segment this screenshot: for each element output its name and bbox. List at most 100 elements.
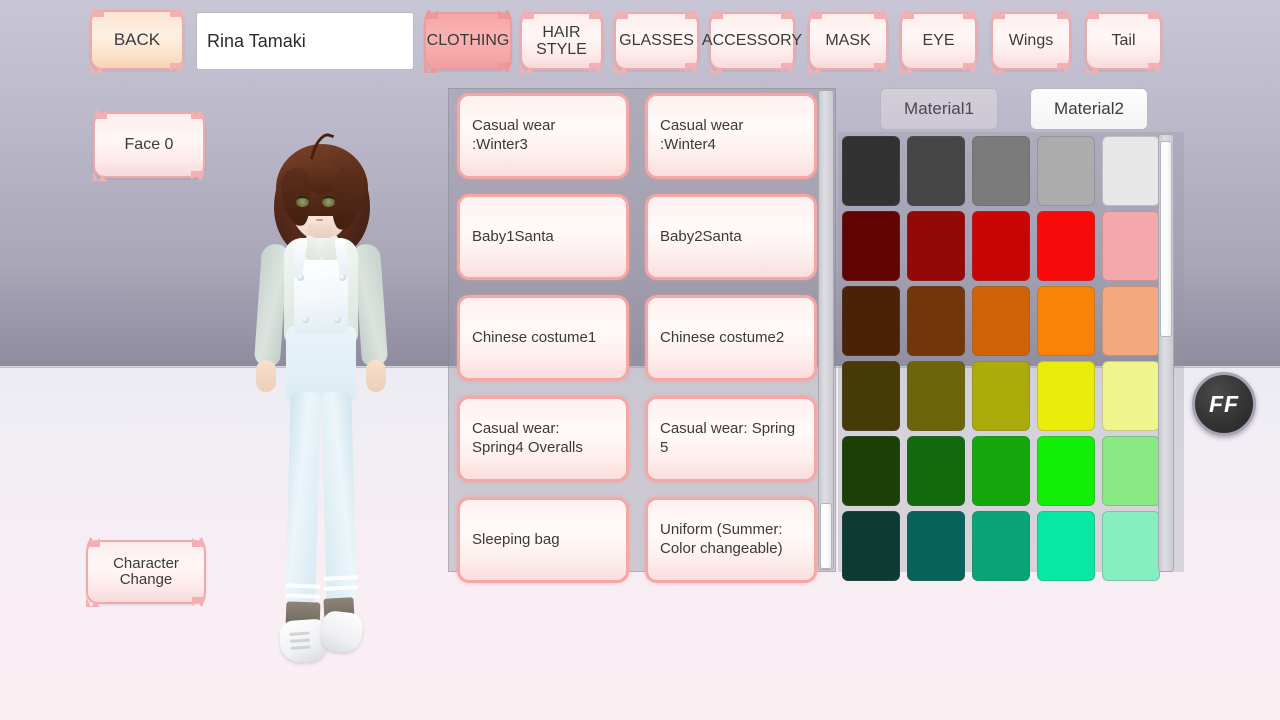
color-swatch[interactable] [1037, 361, 1095, 431]
top-toolbar: BACK CLOTHING HAIRSTYLE GLASSESACCESSORY MA… [0, 0, 1280, 82]
back-button-label: BACK [114, 31, 160, 49]
character-change-button[interactable]: CharacterChange [86, 540, 206, 604]
color-swatch[interactable] [1102, 211, 1160, 281]
clothing-item-label: Casual wear:Winter3 [472, 117, 555, 155]
clothing-list-item[interactable]: Chinese costume1 [457, 295, 629, 381]
overalls-button-right [339, 274, 346, 281]
clothing-list-item[interactable]: Sleeping bag [457, 497, 629, 583]
shoe-left [279, 618, 328, 663]
clothing-item-label: Chinese costume1 [472, 329, 596, 348]
clothing-item-label: Baby1Santa [472, 228, 554, 247]
clothing-list-item[interactable]: Casual wear:Spring4 Overalls [457, 396, 629, 482]
tab-eye[interactable]: EYE [900, 12, 977, 70]
face-button-label: Face 0 [125, 136, 174, 153]
tab-label: CLOTHING [427, 32, 510, 49]
overalls-button-lower-right [334, 316, 341, 323]
tab-mask[interactable]: MASK [808, 12, 888, 70]
clothing-list-item[interactable]: Baby1Santa [457, 194, 629, 280]
overalls-lower [286, 326, 356, 402]
tab-clothing[interactable]: CLOTHING [424, 12, 512, 70]
color-swatch[interactable] [972, 136, 1030, 206]
color-swatch[interactable] [907, 436, 965, 506]
character-avatar[interactable] [236, 120, 406, 680]
tab-label: MASK [825, 32, 870, 49]
color-swatch[interactable] [1037, 511, 1095, 581]
color-swatch[interactable] [842, 511, 900, 581]
tab-glasses[interactable]: GLASSES [614, 12, 699, 70]
color-swatch[interactable] [907, 361, 965, 431]
color-swatch[interactable] [907, 511, 965, 581]
color-swatch[interactable] [842, 136, 900, 206]
color-swatch[interactable] [1037, 136, 1095, 206]
arm-right [354, 243, 388, 367]
color-swatch[interactable] [907, 211, 965, 281]
color-palette-panel [838, 132, 1184, 572]
color-swatch[interactable] [842, 286, 900, 356]
face-button[interactable]: Face 0 [93, 112, 205, 178]
overalls-button-lower-left [302, 316, 309, 323]
clothing-item-label: Baby2Santa [660, 228, 742, 247]
back-button[interactable]: BACK [90, 10, 184, 70]
clothing-list-scroll-thumb[interactable] [820, 503, 832, 569]
clothing-list-scrollbar[interactable] [818, 90, 834, 570]
overalls-button-left [297, 274, 304, 281]
leg-right [321, 392, 357, 605]
clothing-item-label: Casual wear:Winter4 [660, 117, 743, 155]
color-swatch[interactable] [1102, 436, 1160, 506]
tab-hair-style[interactable]: HAIRSTYLE [520, 12, 603, 70]
color-swatch[interactable] [1037, 211, 1095, 281]
tab-accessory[interactable]: ACCESSORY [709, 12, 795, 70]
fast-forward-button[interactable]: FF [1192, 372, 1256, 436]
character-name-input[interactable] [196, 12, 414, 70]
clothing-list-item[interactable]: Baby2Santa [645, 194, 817, 280]
color-swatch[interactable] [907, 136, 965, 206]
color-swatch[interactable] [842, 211, 900, 281]
material1-tab[interactable]: Material1 [880, 88, 998, 130]
tab-tail[interactable]: Tail [1085, 12, 1162, 70]
color-swatch[interactable] [1102, 361, 1160, 431]
color-swatch[interactable] [1037, 436, 1095, 506]
color-swatch[interactable] [1102, 511, 1160, 581]
color-swatch[interactable] [972, 286, 1030, 356]
character-customization-screen: BACK CLOTHING HAIRSTYLE GLASSESACCESSORY MA… [0, 0, 1280, 720]
tab-wings[interactable]: Wings [991, 12, 1071, 70]
eye-left [296, 196, 309, 207]
color-swatch[interactable] [972, 361, 1030, 431]
clothing-list-item[interactable]: Casual wear:Winter3 [457, 93, 629, 179]
color-swatch[interactable] [972, 511, 1030, 581]
color-swatch-grid [842, 136, 1160, 581]
mouth [316, 219, 323, 221]
tab-label: ACCESSORY [702, 32, 802, 49]
clothing-list-item[interactable]: Casual wear:Winter4 [645, 93, 817, 179]
clothing-list-grid: Casual wear:Winter3 Casual wear:Winter4 Ba… [457, 93, 819, 569]
clothing-list-item[interactable]: Uniform (Summer:Color changeable) [645, 497, 817, 583]
character-change-label: CharacterChange [113, 556, 179, 588]
color-swatch[interactable] [907, 286, 965, 356]
clothing-item-label: Sleeping bag [472, 531, 560, 550]
color-swatch[interactable] [1037, 286, 1095, 356]
color-palette-scrollbar[interactable] [1158, 134, 1174, 572]
color-swatch[interactable] [1102, 286, 1160, 356]
clothing-list-item[interactable]: Chinese costume2 [645, 295, 817, 381]
tab-label: HAIRSTYLE [536, 24, 587, 59]
material2-tab[interactable]: Material2 [1030, 88, 1148, 130]
color-swatch[interactable] [842, 361, 900, 431]
material1-label: Material1 [904, 99, 974, 119]
clothing-item-label: Casual wear:Spring4 Overalls [472, 420, 583, 458]
tab-label: Tail [1111, 32, 1135, 49]
clothing-item-label: Uniform (Summer:Color changeable) [660, 521, 783, 559]
clothing-list-item[interactable]: Casual wear: Spring5 [645, 396, 817, 482]
tab-label: EYE [922, 32, 954, 49]
clothing-list-panel: Casual wear:Winter3 Casual wear:Winter4 Ba… [448, 88, 836, 572]
color-swatch[interactable] [842, 436, 900, 506]
shoe-lace [289, 632, 309, 636]
hand-right [366, 360, 386, 392]
color-swatch[interactable] [972, 436, 1030, 506]
ff-button-label: FF [1209, 391, 1239, 418]
hand-left [256, 360, 276, 392]
color-palette-scroll-thumb[interactable] [1160, 141, 1172, 337]
clothing-item-label: Casual wear: Spring5 [660, 420, 795, 458]
color-swatch[interactable] [972, 211, 1030, 281]
color-swatch[interactable] [1102, 136, 1160, 206]
shoe-lace [290, 639, 310, 643]
